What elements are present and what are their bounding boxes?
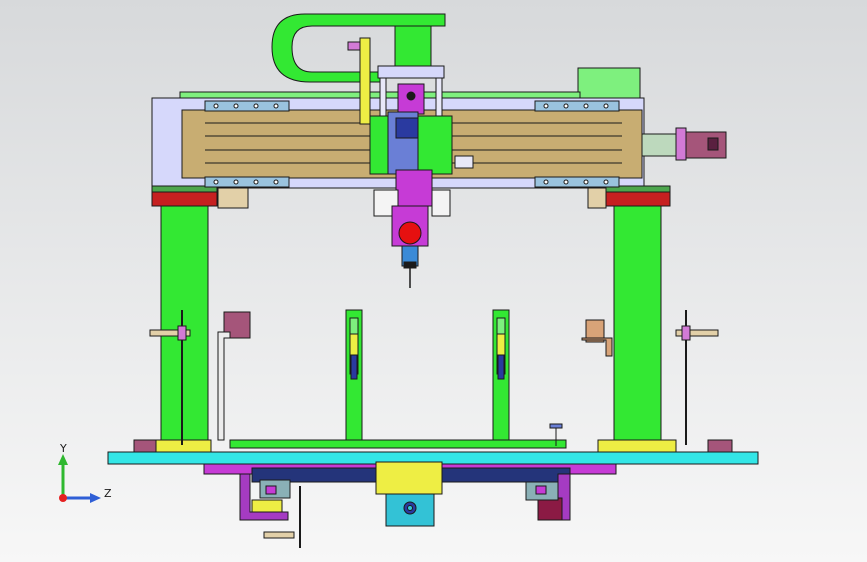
z-axis-label: Z (104, 487, 112, 500)
axis-triad: Y Z (58, 442, 112, 503)
machine-assembly-drawing: Y Z (58, 13, 759, 548)
inner-uprights (345, 309, 510, 443)
origin-dot (59, 494, 67, 502)
z-axis-arrowhead (90, 493, 101, 503)
cad-viewport[interactable]: Y Z (0, 0, 867, 562)
rail-motor (641, 127, 727, 161)
y-axis-label: Y (59, 442, 67, 455)
right-pillar (597, 205, 677, 453)
y-axis-arrowhead (58, 454, 68, 465)
